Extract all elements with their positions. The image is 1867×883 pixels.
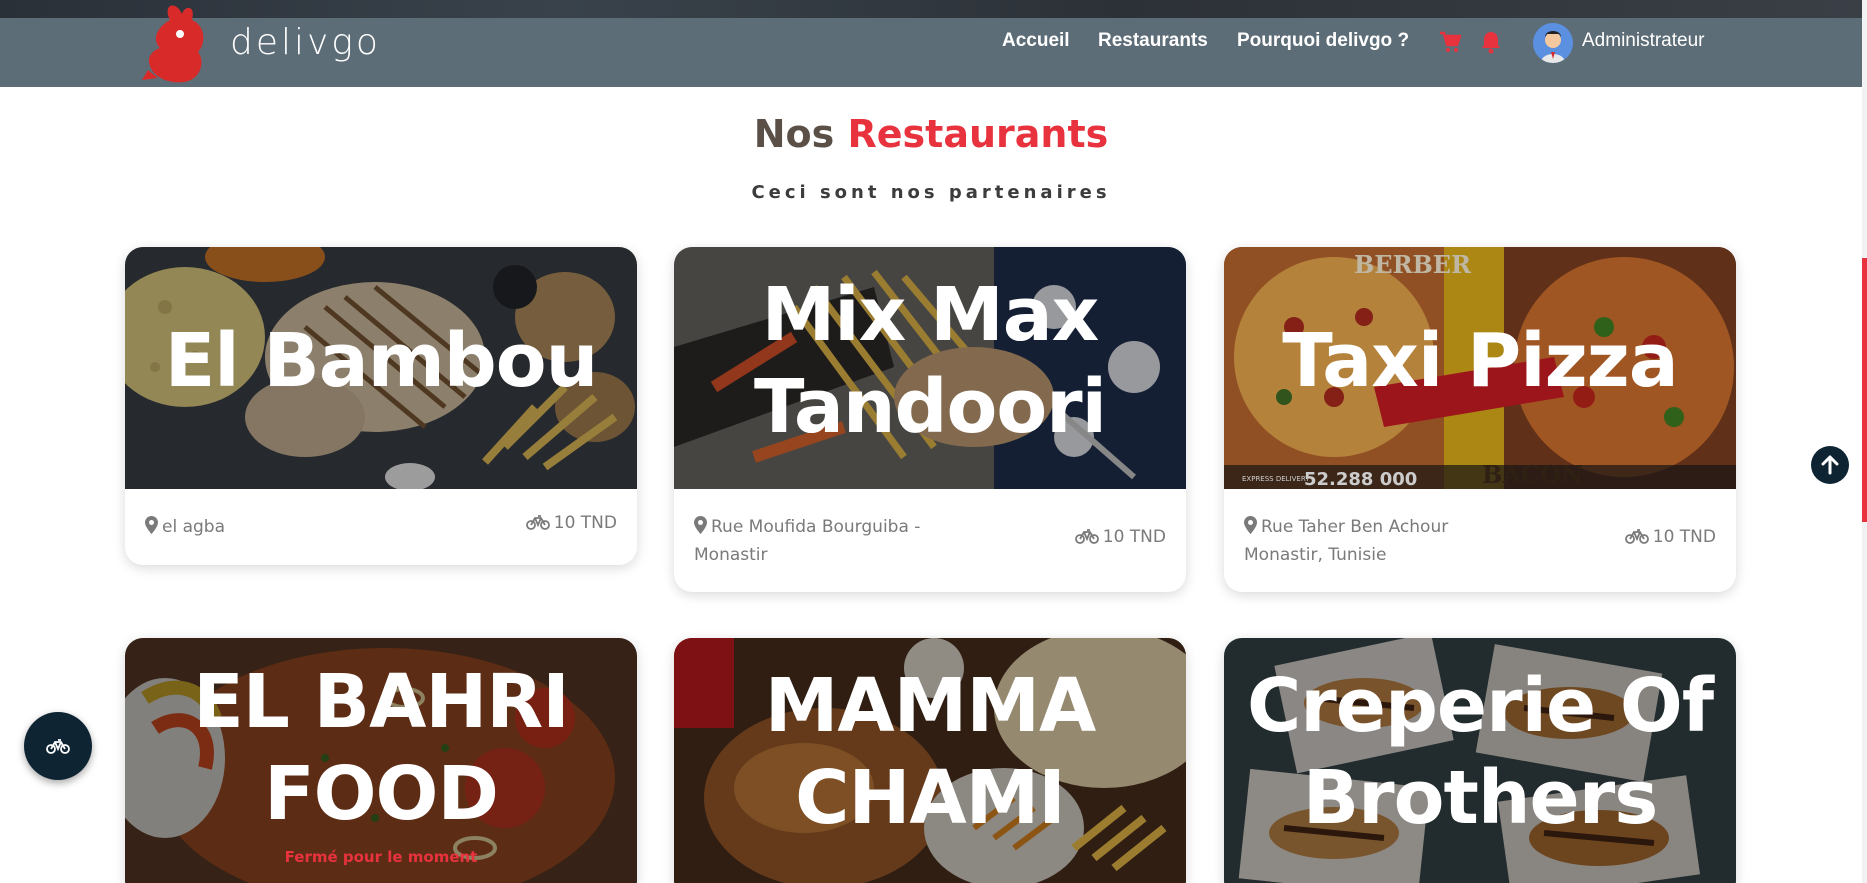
cart-icon[interactable] xyxy=(1438,30,1462,54)
restaurant-name: MAMMA CHAMI xyxy=(764,663,1096,841)
section-title-part1: Nos xyxy=(753,112,835,156)
restaurant-name: Mix Max Tandoori xyxy=(753,272,1107,450)
bicycle-icon xyxy=(525,515,550,530)
map-pin-icon xyxy=(1244,516,1257,534)
restaurant-card-creperie-of-brothers[interactable]: Creperie Of Brothers xyxy=(1224,638,1736,883)
restaurant-image: BERBER BACON 52.288 000 EXPRESS DELIVERY… xyxy=(1224,247,1736,489)
delivery-fee: 10 TND xyxy=(1074,527,1166,547)
user-name[interactable]: Administrateur xyxy=(1582,30,1705,52)
user-avatar[interactable] xyxy=(1533,23,1573,63)
restaurant-name: El Bambou xyxy=(164,318,599,404)
restaurant-address: Rue Taher Ben Achour Monastir, Tunisie xyxy=(1244,513,1504,569)
delivery-fee: 10 TND xyxy=(1624,527,1716,547)
bicycle-icon xyxy=(1624,529,1649,544)
restaurant-image: Mix Max Tandoori xyxy=(674,247,1186,489)
card-footer: el agba 10 TND xyxy=(125,489,637,565)
brand-name[interactable]: delivgo xyxy=(230,22,381,63)
arrow-up-icon xyxy=(1821,455,1839,475)
bicycle-icon xyxy=(1074,529,1099,544)
restaurant-card-mamma-chami[interactable]: MAMMA CHAMI xyxy=(674,638,1186,883)
card-footer: Rue Taher Ben Achour Monastir, Tunisie 1… xyxy=(1224,489,1736,567)
map-pin-icon xyxy=(145,516,158,534)
address-text: Rue Taher Ben Achour Monastir, Tunisie xyxy=(1244,517,1449,565)
address-text: el agba xyxy=(162,517,226,537)
restaurant-name: Taxi Pizza xyxy=(1282,318,1678,404)
delivery-fee: 10 TND xyxy=(525,513,617,533)
scroll-to-top-button[interactable] xyxy=(1811,446,1849,484)
restaurant-name: Creperie Of Brothers xyxy=(1246,663,1714,841)
restaurant-name: EL BAHRI FOOD xyxy=(193,659,570,837)
fee-text: 10 TND xyxy=(553,513,617,533)
map-pin-icon xyxy=(694,516,707,534)
restaurant-image: EL BAHRI FOOD Fermé pour le moment xyxy=(125,638,637,883)
restaurant-image: MAMMA CHAMI xyxy=(674,638,1186,883)
nav-pourquoi[interactable]: Pourquoi delivgo ? xyxy=(1237,30,1409,52)
section-subtitle: Ceci sont nos partenaires xyxy=(751,182,1111,203)
bell-icon[interactable] xyxy=(1480,30,1502,54)
restaurant-image: El Bambou xyxy=(125,247,637,489)
section-title: Nos Restaurants xyxy=(0,112,1862,156)
nav-restaurants[interactable]: Restaurants xyxy=(1098,30,1208,52)
avatar-icon xyxy=(1533,23,1573,63)
restaurant-card-el-bambou[interactable]: El Bambou el agba 10 TND xyxy=(125,247,637,565)
scrollbar-thumb[interactable] xyxy=(1862,258,1867,522)
restaurant-image: Creperie Of Brothers xyxy=(1224,638,1736,883)
closed-status: Fermé pour le moment xyxy=(284,848,478,866)
address-text: Rue Moufida Bourguiba - Monastir xyxy=(694,517,921,565)
section-title-part2: Restaurants xyxy=(847,112,1109,156)
fee-text: 10 TND xyxy=(1102,527,1166,547)
restaurant-card-mix-max-tandoori[interactable]: Mix Max Tandoori Rue Moufida Bourguiba -… xyxy=(674,247,1186,592)
restaurant-card-el-bahri-food[interactable]: EL BAHRI FOOD Fermé pour le moment xyxy=(125,638,637,883)
card-footer: Rue Moufida Bourguiba - Monastir 10 TND xyxy=(674,489,1186,567)
fee-text: 10 TND xyxy=(1652,527,1716,547)
delivery-fab-button[interactable] xyxy=(24,712,92,780)
page: delivgo Accueil Restaurants Pourquoi del… xyxy=(0,0,1867,883)
restaurant-card-taxi-pizza[interactable]: BERBER BACON 52.288 000 EXPRESS DELIVERY… xyxy=(1224,247,1736,592)
navbar: delivgo Accueil Restaurants Pourquoi del… xyxy=(0,5,1862,87)
restaurant-address: el agba xyxy=(145,513,405,541)
bicycle-icon xyxy=(46,739,70,754)
nav-accueil[interactable]: Accueil xyxy=(1002,30,1070,52)
restaurant-address: Rue Moufida Bourguiba - Monastir xyxy=(694,513,954,569)
